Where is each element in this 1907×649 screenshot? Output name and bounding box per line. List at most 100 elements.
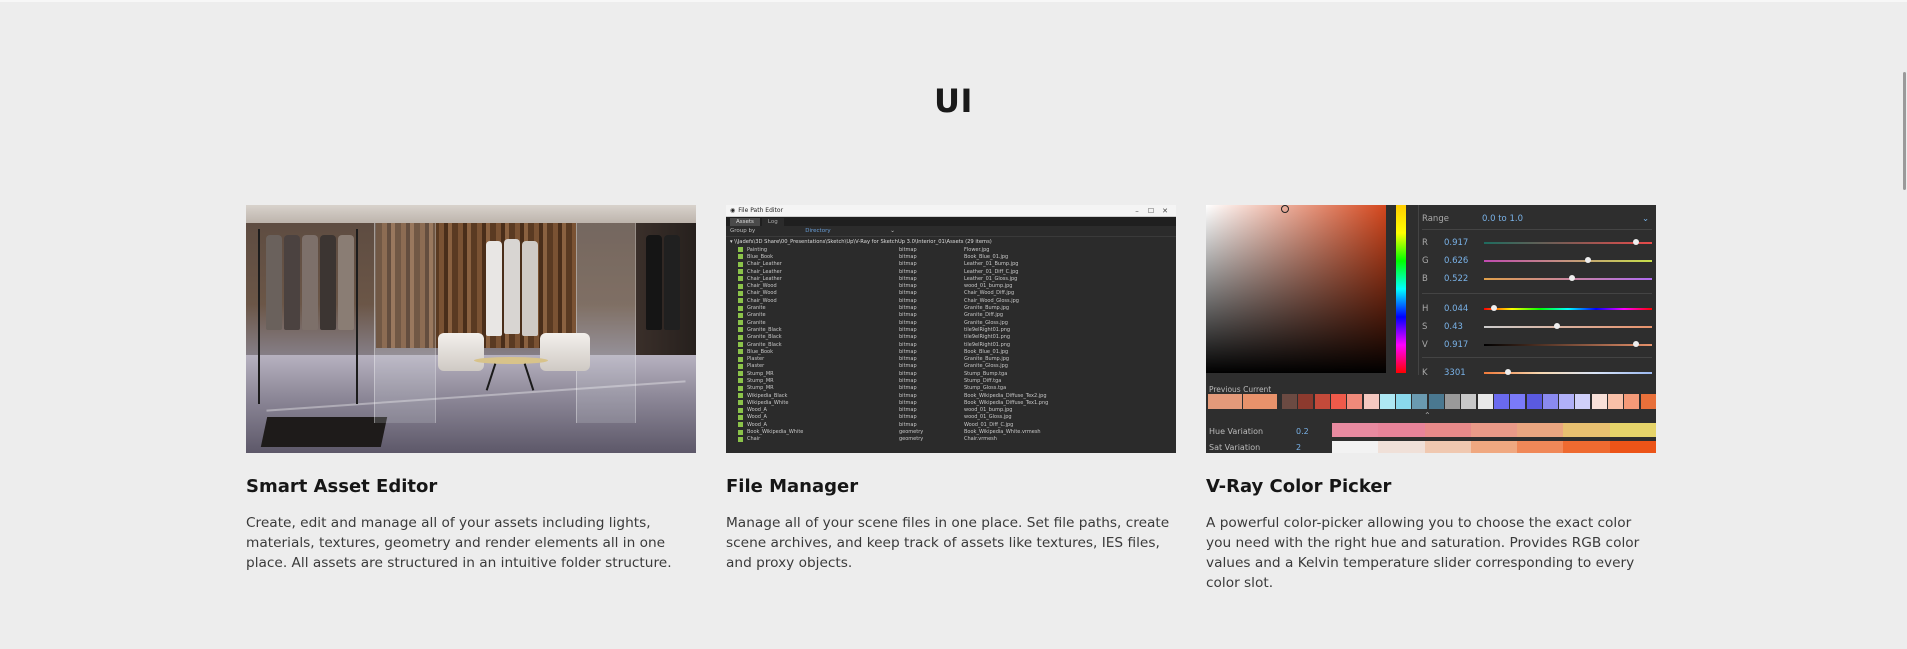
fm-titlebar: ◉ File Path Editor – ☐ ✕ — [726, 205, 1176, 217]
color-swatch — [1575, 394, 1591, 409]
asset-type: bitmap — [899, 246, 917, 253]
asset-file: Chair_Wood_Gloss.jpg — [964, 297, 1019, 304]
divider — [1422, 229, 1652, 230]
color-swatch — [1412, 394, 1428, 409]
fm-asset-row: Chair_Leather bitmap Leather_01_Bump.jpg — [738, 261, 1176, 268]
channel-row-s: S 0.43 — [1422, 319, 1652, 335]
asset-file: Leather_01_Diff_C.jpg — [964, 268, 1019, 275]
asset-status-icon — [738, 320, 743, 326]
channel-value: 0.044 — [1444, 304, 1469, 314]
color-swatch — [1314, 394, 1330, 409]
fm-path-text: \\Jadefs\3D Share\00_Presentations\Sketc… — [734, 239, 992, 245]
fm-asset-row: Granite_Black bitmap tile9elRight01.png — [738, 334, 1176, 341]
channel-row-k: K 3301 — [1422, 365, 1652, 381]
slider-handle-icon — [1505, 369, 1511, 375]
channel-value: 0.626 — [1444, 256, 1469, 266]
smart-asset-editor-image — [246, 205, 696, 453]
fm-asset-row: Painting bitmap Flower.jpg — [738, 246, 1176, 253]
asset-file: wood_01_bump.jpg — [964, 407, 1013, 414]
fm-asset-row: Wood_A bitmap wood_01_bump.jpg — [738, 407, 1176, 414]
color-swatch — [1461, 394, 1477, 409]
asset-name: Wood_A — [747, 414, 767, 421]
asset-status-icon — [738, 312, 743, 318]
hue-variation-strip — [1332, 423, 1656, 437]
asset-name: Book_Wikipedia_White — [747, 429, 804, 436]
channel-label: V — [1422, 340, 1428, 350]
color-swatch — [1428, 394, 1444, 409]
asset-file: Book_Blue_01.jpg — [964, 348, 1009, 355]
asset-status-icon — [738, 371, 743, 377]
color-swatch — [1526, 394, 1542, 409]
variation-swatch — [1424, 441, 1471, 453]
minimize-icon: – — [1135, 206, 1139, 215]
channel-slider — [1484, 323, 1652, 329]
divider — [1418, 205, 1419, 375]
variation-swatch — [1563, 423, 1610, 437]
asset-name: Plaster — [747, 363, 765, 370]
fm-asset-row: Book_Wikipedia_White geometry Book_Wikiped… — [738, 428, 1176, 435]
asset-type: bitmap — [899, 377, 917, 384]
asset-status-icon — [738, 378, 743, 384]
variation-swatch — [1378, 423, 1425, 437]
asset-file: Chair_Wood_Diff.jpg — [964, 290, 1015, 297]
variation-swatch — [1609, 423, 1656, 437]
slider-handle-icon — [1554, 323, 1560, 329]
asset-status-icon — [738, 407, 743, 413]
card-title: V-Ray Color Picker — [1206, 476, 1392, 497]
previous-color-swatch — [1208, 394, 1242, 409]
asset-status-icon — [738, 261, 743, 267]
fm-asset-row: Granite bitmap Granite_Diff.jpg — [738, 312, 1176, 319]
group-by-label: Group by — [730, 228, 756, 234]
fm-asset-row: Wood_A bitmap wood_01_Gloss.jpg — [738, 414, 1176, 421]
sat-variation-label: Sat Variation — [1209, 443, 1261, 452]
scrollbar-thumb[interactable] — [1903, 72, 1906, 190]
channel-label: K — [1422, 368, 1428, 378]
top-border — [0, 0, 1907, 2]
channel-slider — [1484, 257, 1652, 263]
variation-swatch — [1378, 441, 1425, 453]
asset-type: bitmap — [899, 268, 917, 275]
asset-status-icon — [738, 342, 743, 347]
slider-handle-icon — [1569, 275, 1575, 281]
asset-type: bitmap — [899, 261, 917, 268]
asset-file: Book_Wikipedia_White.vrmesh — [964, 429, 1041, 436]
variation-swatch — [1470, 441, 1518, 453]
color-swatch — [1624, 394, 1640, 409]
asset-type: bitmap — [899, 341, 917, 348]
asset-name: Granite_Black — [747, 326, 782, 333]
asset-file: Leather_01_Gloss.jpg — [964, 275, 1018, 282]
card-description: A powerful color-picker allowing you to … — [1206, 515, 1640, 591]
asset-name: Wood_A — [747, 407, 767, 414]
asset-type: bitmap — [899, 305, 917, 312]
fm-asset-row: Wood_A bitmap Wood_01_Diff_C.jpg — [738, 421, 1176, 428]
asset-name: Granite — [747, 312, 766, 319]
card-title: Smart Asset Editor — [246, 476, 438, 497]
asset-file: Book_Blue_01.jpg — [964, 253, 1009, 260]
fm-asset-row: Granite bitmap Granite_Gloss.jpg — [738, 319, 1176, 326]
variation-swatch — [1332, 423, 1379, 437]
asset-type: bitmap — [899, 326, 917, 333]
color-swatch — [1330, 394, 1346, 409]
asset-status-icon — [738, 356, 743, 362]
tab-log: Log — [761, 218, 784, 226]
fm-window-title: File Path Editor — [738, 207, 784, 214]
channel-row-b: B 0.522 — [1422, 271, 1652, 287]
variation-swatch — [1470, 423, 1518, 437]
channel-value: 0.917 — [1444, 340, 1469, 350]
asset-name: Blue_Book — [747, 348, 774, 355]
range-label: Range — [1422, 214, 1449, 224]
fm-asset-row: Chair_Wood bitmap wood_01_bump.jpg — [738, 282, 1176, 289]
asset-file: Granite_Bump.jpg — [964, 305, 1010, 312]
scrollbar[interactable] — [1899, 0, 1907, 649]
asset-type: bitmap — [899, 392, 917, 399]
fm-group-by: Group by Directory ⌄ — [726, 226, 1176, 237]
asset-type: geometry — [899, 429, 924, 436]
asset-file: Stump_Gloss.tga — [964, 385, 1007, 392]
fm-asset-row: Granite_Black bitmap tile9elRight01.png — [738, 326, 1176, 333]
asset-status-icon — [738, 269, 743, 275]
group-by-value: Directory — [805, 228, 831, 234]
color-swatch — [1445, 394, 1460, 409]
color-swatch — [1608, 394, 1623, 409]
channel-label: S — [1422, 322, 1428, 332]
asset-file: Stump_Bump.tga — [964, 370, 1008, 377]
